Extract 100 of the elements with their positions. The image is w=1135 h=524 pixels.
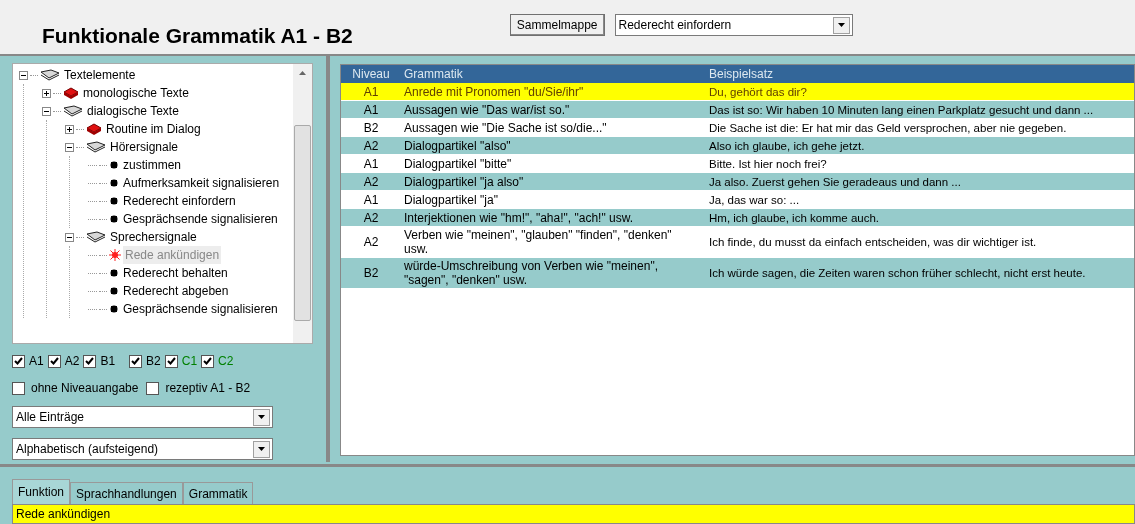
closed-book-icon: [63, 86, 79, 100]
open-book-icon: [40, 69, 60, 82]
open-book-icon: [86, 141, 106, 154]
collapse-icon[interactable]: [19, 70, 28, 80]
table-cell-text: Ich würde sagen, die Zeiten waren schon früher schlecht, nicht erst heute.: [708, 266, 1087, 281]
scroll-up-icon[interactable]: [299, 71, 306, 76]
tree-item[interactable]: Hörersignale: [108, 138, 181, 157]
table-cell-text: würde-Umschreibung von Verben wie "meinen", "sagen", "denken" usw.: [403, 259, 659, 288]
bullet-icon: [109, 286, 119, 297]
checkbox[interactable]: [129, 354, 143, 368]
detail-field: Rede ankündigen: [12, 504, 1135, 524]
scrollbar-thumb[interactable]: [294, 125, 311, 322]
table-cell-text: Also ich glaube, ich gehe jetzt.: [708, 138, 866, 153]
table-row[interactable]: A2 Dialogpartikel "also" Also ich glaube, ich gehe jetzt.: [341, 137, 1134, 156]
level-label: C1: [181, 353, 198, 371]
table-row[interactable]: B2 würde-Umschreibung von Verben wie "meinen", "sagen", "denken" usw. Ich würde sagen, die Zeiten waren schon früher schlecht, nicht erst heute.: [341, 258, 1134, 290]
checkbox[interactable]: [83, 354, 97, 368]
checkbox[interactable]: [146, 381, 160, 395]
table-cell-text: Ja, das war so: ...: [708, 192, 801, 207]
table-cell-text: A1: [362, 102, 380, 117]
table-cell-text: Du, gehört das dir?: [708, 84, 808, 99]
collapse-icon[interactable]: [65, 232, 74, 242]
table-row[interactable]: A2 Dialogpartikel "ja also" Ja also. Zuerst gehen Sie geradeaus und dann ...: [341, 173, 1134, 192]
level-label: C2: [218, 353, 234, 371]
checkbox[interactable]: [12, 354, 25, 368]
column-header[interactable]: Niveau: [341, 65, 401, 84]
level-label: A1: [29, 353, 44, 371]
table-cell-text: Dialogpartikel "ja": [403, 192, 499, 207]
table-cell-text: Dialogpartikel "also": [403, 138, 512, 153]
collapse-icon[interactable]: [42, 106, 51, 116]
level-label: B1: [100, 353, 116, 371]
dropdown-arrow-button[interactable]: [253, 440, 270, 458]
bullet-icon: [109, 304, 119, 315]
app-title: Funktionale Grammatik A1 - B2: [42, 23, 353, 49]
expand-icon[interactable]: [65, 124, 74, 134]
tree-item[interactable]: Rederecht einfordern: [121, 192, 238, 211]
table-cell-text: A1: [362, 192, 380, 207]
tree-item[interactable]: Gesprächsende signalisieren: [121, 210, 280, 229]
option-label: ohne Niveauangabe: [31, 380, 139, 398]
level-label: B2: [146, 353, 161, 371]
sun-icon: [109, 249, 121, 262]
tree-item[interactable]: monologische Texte: [81, 84, 191, 103]
tree-item[interactable]: zustimmen: [121, 156, 183, 175]
dropdown-field[interactable]: Rederecht einfordern: [614, 14, 853, 36]
table-cell-text: Aussagen wie "Die Sache ist so/die...": [403, 120, 608, 135]
tree-item[interactable]: Sprechersignale: [108, 228, 199, 247]
table-row[interactable]: A1 Anrede mit Pronomen "du/Sie/ihr" Du, gehört das dir?: [341, 83, 1134, 102]
tree-item[interactable]: dialogische Texte: [85, 102, 181, 121]
tree-item[interactable]: Rederecht abgeben: [121, 282, 231, 301]
table-cell-text: Ich finde, du musst da einfach entscheiden, was dir wichtiger ist.: [708, 235, 1038, 250]
dropdown-arrow-button[interactable]: [253, 408, 270, 426]
table-cell-text: A2: [362, 138, 380, 153]
open-book-icon: [63, 105, 83, 118]
table-cell-text: Die Sache ist die: Er hat mir das Geld versprochen, aber nie gegeben.: [708, 120, 1068, 135]
table-cell-text: Dialogpartikel "ja also": [403, 174, 525, 189]
checkbox[interactable]: [47, 354, 61, 368]
closed-book-icon: [86, 122, 102, 136]
option-label: rezeptiv A1 - B2: [165, 380, 251, 398]
caret-icon: [837, 23, 845, 27]
table-cell-text: B2: [362, 266, 380, 281]
checkbox[interactable]: [164, 354, 178, 368]
open-book-icon: [86, 231, 106, 244]
tree-item[interactable]: Routine im Dialog: [104, 120, 203, 139]
caret-icon: [258, 447, 265, 452]
tab[interactable]: Grammatik: [182, 482, 254, 504]
table-cell-text: Dialogpartikel "bitte": [403, 156, 513, 171]
bullet-icon: [109, 214, 119, 225]
table-cell-text: A1: [362, 84, 380, 99]
column-header[interactable]: Grammatik: [401, 65, 706, 84]
bullet-icon: [109, 160, 119, 171]
table-row[interactable]: A1 Aussagen wie "Das war/ist so." Das ist so: Wir haben 10 Minuten lang einen Parkplatz gesucht und dann ...: [341, 101, 1134, 120]
dropdown-field[interactable]: Alphabetisch (aufsteigend): [12, 438, 273, 461]
tree-item[interactable]: Gesprächsende signalisieren: [121, 300, 280, 319]
tree-item[interactable]: Aufmerksamkeit signalisieren: [121, 174, 282, 193]
column-header[interactable]: Beispielsatz: [706, 65, 1134, 84]
tree-item[interactable]: Rederecht behalten: [121, 264, 230, 283]
table-row[interactable]: A2 Interjektionen wie "hm!", "aha!", "ach!" usw. Hm, ich glaube, ich komme auch.: [341, 209, 1134, 228]
table-cell-text: B2: [362, 120, 380, 135]
expand-icon[interactable]: [42, 88, 51, 98]
table-cell-text: A2: [362, 210, 380, 225]
table-cell-text: Anrede mit Pronomen "du/Sie/ihr": [403, 84, 585, 99]
checkbox[interactable]: [201, 354, 215, 368]
tab[interactable]: Sprachhandlungen: [70, 482, 183, 504]
folder-button[interactable]: Sammelmappe: [509, 14, 605, 36]
table-cell-text: Verben wie "meinen", "glauben" "finden", "denken" usw.: [403, 228, 673, 257]
dropdown-arrow-button[interactable]: [832, 16, 850, 34]
table-cell-text: Hm, ich glaube, ich komme auch.: [708, 210, 881, 225]
tree-item[interactable]: Textelemente: [62, 66, 138, 85]
table-cell-text: A1: [362, 156, 380, 171]
caret-icon: [258, 415, 265, 420]
dropdown-field[interactable]: Alle Einträge: [12, 406, 273, 429]
table-cell-text: Ja also. Zuerst gehen Sie geradeaus und dann ...: [708, 174, 962, 189]
scrollbar[interactable]: [293, 64, 312, 344]
table-cell-text: Aussagen wie "Das war/ist so.": [403, 102, 571, 117]
bullet-icon: [109, 268, 119, 279]
table-cell-text: Interjektionen wie "hm!", "aha!", "ach!" usw.: [403, 210, 634, 225]
collapse-icon[interactable]: [65, 142, 74, 152]
table-cell-text: Bitte. Ist hier noch frei?: [708, 156, 828, 171]
checkbox[interactable]: [12, 381, 25, 395]
tab[interactable]: Funktion: [12, 479, 71, 504]
